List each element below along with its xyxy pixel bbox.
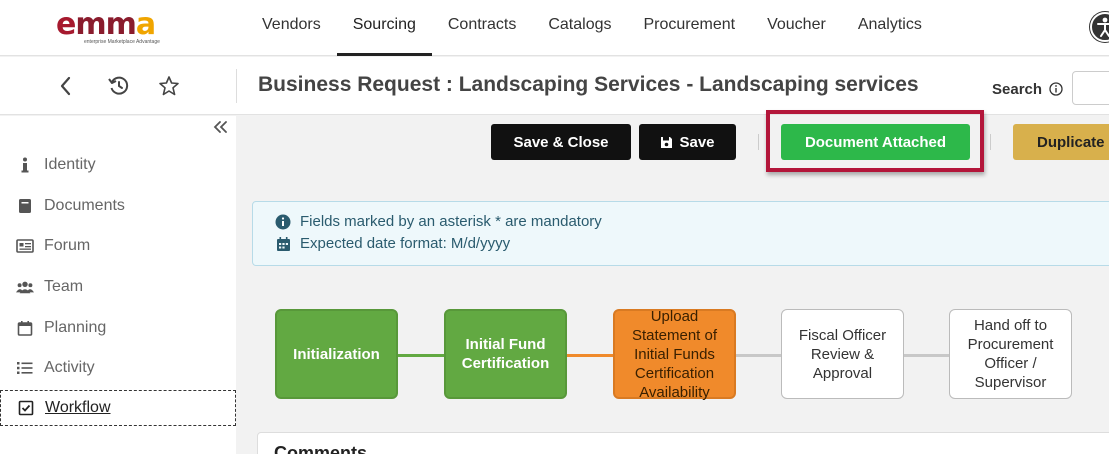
- workflow-connector: [566, 354, 614, 357]
- highlight-annotation-box: [766, 110, 984, 172]
- search-info-icon[interactable]: [1049, 82, 1063, 96]
- workflow-connector: [397, 354, 445, 357]
- sidebar-item-label: Workflow: [45, 399, 111, 416]
- main-content: Save & Close Save Document Attached Dupl…: [236, 110, 1109, 454]
- calendar-icon: [275, 236, 291, 252]
- newspaper-icon: [16, 237, 34, 255]
- info-alert: Fields marked by an asterisk * are manda…: [252, 201, 1109, 266]
- workflow-step-initialization[interactable]: Initialization: [275, 309, 398, 399]
- floppy-disk-icon: [661, 136, 673, 148]
- sidebar-item-activity[interactable]: Activity: [0, 350, 236, 386]
- collapse-sidebar-icon[interactable]: [212, 120, 228, 139]
- sidebar-item-label: Team: [44, 278, 84, 295]
- workflow-step-initial-fund-certification[interactable]: Initial Fund Certification: [444, 309, 567, 399]
- workflow-step-fiscal-officer-review[interactable]: Fiscal Officer Review & Approval: [781, 309, 904, 399]
- workflow-connector: [735, 354, 782, 357]
- search-input[interactable]: [1072, 71, 1109, 105]
- nav-catalogs[interactable]: Catalogs: [532, 0, 627, 56]
- save-close-button[interactable]: Save & Close: [491, 124, 631, 160]
- nav-analytics[interactable]: Analytics: [842, 0, 938, 56]
- workflow-step-upload-statement[interactable]: Upload Statement of Initial Funds Certif…: [613, 308, 736, 401]
- header-divider: [236, 69, 237, 103]
- save-button[interactable]: Save: [639, 124, 736, 160]
- sidebar: Identity Documents Forum Team Planning A…: [0, 116, 236, 454]
- sidebar-item-forum[interactable]: Forum: [0, 228, 236, 264]
- main-nav: Vendors Sourcing Contracts Catalogs Proc…: [246, 0, 938, 56]
- sidebar-item-team[interactable]: Team: [0, 269, 236, 305]
- duplicate-button[interactable]: Duplicate: [1013, 124, 1109, 160]
- workflow-connector: [903, 354, 950, 357]
- book-icon: [16, 197, 34, 215]
- nav-procurement[interactable]: Procurement: [628, 0, 752, 56]
- sidebar-item-label: Planning: [44, 319, 107, 336]
- accessibility-figure-icon: [1097, 17, 1109, 37]
- record-header-bar: Business Request : Landscaping Services …: [0, 57, 1109, 115]
- history-icon[interactable]: [107, 74, 131, 98]
- comments-panel: Comments: [257, 432, 1109, 454]
- nav-voucher[interactable]: Voucher: [751, 0, 842, 56]
- nav-vendors[interactable]: Vendors: [246, 0, 337, 56]
- sidebar-item-label: Documents: [44, 197, 125, 214]
- sidebar-item-label: Forum: [44, 237, 91, 254]
- emma-logo[interactable]: emma enterprise Marketplace Advantage: [56, 8, 180, 48]
- accessibility-icon[interactable]: [1090, 12, 1109, 42]
- info-icon: [16, 156, 34, 174]
- users-icon: [16, 278, 34, 296]
- sidebar-item-identity[interactable]: Identity: [0, 147, 236, 183]
- sidebar-item-label: Identity: [44, 156, 96, 173]
- back-chevron-icon[interactable]: [54, 74, 78, 98]
- search-label: Search: [992, 81, 1063, 98]
- workflow-step-hand-off-procurement[interactable]: Hand off to Procurement Officer / Superv…: [949, 309, 1072, 399]
- sidebar-item-workflow[interactable]: Workflow: [0, 390, 236, 426]
- star-favorite-icon[interactable]: [157, 74, 181, 98]
- toolbar-separator: [990, 134, 991, 150]
- info-circle-icon: [275, 214, 291, 230]
- nav-sourcing[interactable]: Sourcing: [336, 0, 432, 56]
- list-icon: [16, 359, 34, 377]
- toolbar-separator: [758, 134, 759, 150]
- sidebar-item-planning[interactable]: Planning: [0, 310, 236, 346]
- sidebar-item-documents[interactable]: Documents: [0, 188, 236, 224]
- mandatory-note: Fields marked by an asterisk * are manda…: [275, 213, 602, 230]
- logo-tagline: enterprise Marketplace Advantage: [84, 39, 160, 45]
- calendar-icon: [16, 319, 34, 337]
- logo-wordmark: emma: [56, 7, 156, 42]
- page-title: Business Request : Landscaping Services …: [258, 73, 919, 96]
- sidebar-item-label: Activity: [44, 359, 95, 376]
- comments-title: Comments: [274, 443, 368, 454]
- checkbox-icon: [17, 399, 35, 417]
- nav-contracts[interactable]: Contracts: [432, 0, 532, 56]
- date-format-note: Expected date format: M/d/yyyy: [275, 235, 510, 252]
- top-navigation-bar: emma enterprise Marketplace Advantage Ve…: [0, 0, 1109, 56]
